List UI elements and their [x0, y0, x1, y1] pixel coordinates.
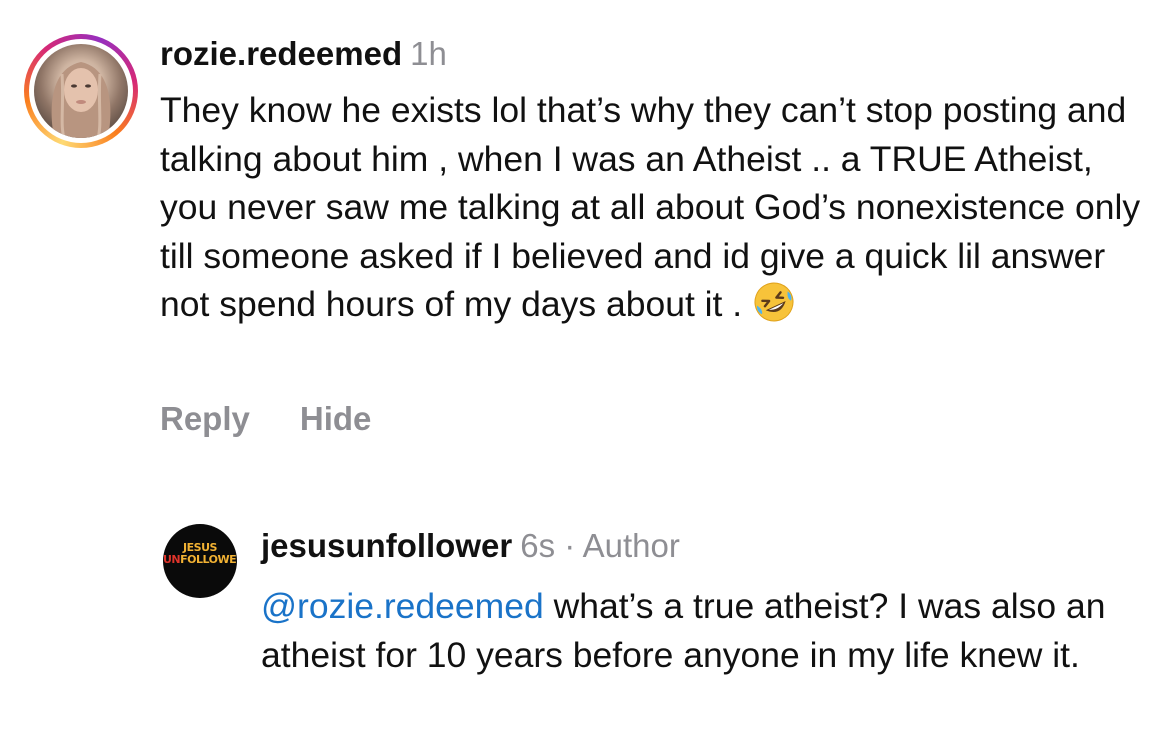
- comment-body: They know he exists lol that’s why they …: [160, 90, 1141, 324]
- reply-button[interactable]: Reply: [160, 400, 250, 438]
- username[interactable]: jesusunfollower: [261, 527, 512, 564]
- comment-header: jesusunfollower 6s · Author: [261, 526, 680, 566]
- timestamp: 1h: [410, 35, 447, 72]
- story-ring[interactable]: [24, 34, 138, 148]
- avatar-frame: [29, 39, 133, 143]
- comment-header: rozie.redeemed 1h: [160, 34, 447, 74]
- comment-text: @rozie.redeemed what’s a true atheist? I…: [261, 582, 1121, 679]
- avatar[interactable]: [34, 44, 128, 138]
- rolling-laughing-emoji-icon: [754, 282, 794, 322]
- logo-line-2-rest: FOLLOWER: [180, 553, 237, 566]
- comment-text: They know he exists lol that’s why they …: [160, 86, 1150, 329]
- logo-line-2-red: UN: [163, 553, 181, 566]
- username[interactable]: rozie.redeemed: [160, 35, 402, 72]
- timestamp: 6s: [520, 527, 556, 564]
- author-badge: · Author: [564, 527, 680, 564]
- avatar[interactable]: JESUS UNFOLLOWER: [163, 524, 237, 598]
- avatar-portrait-icon: [51, 62, 111, 138]
- brand-logo: JESUS UNFOLLOWER: [163, 542, 237, 566]
- logo-line-2: UNFOLLOWER: [163, 554, 237, 566]
- hide-button[interactable]: Hide: [300, 400, 372, 438]
- comment-actions: Reply Hide: [160, 400, 421, 438]
- mention-link[interactable]: @rozie.redeemed: [261, 586, 544, 626]
